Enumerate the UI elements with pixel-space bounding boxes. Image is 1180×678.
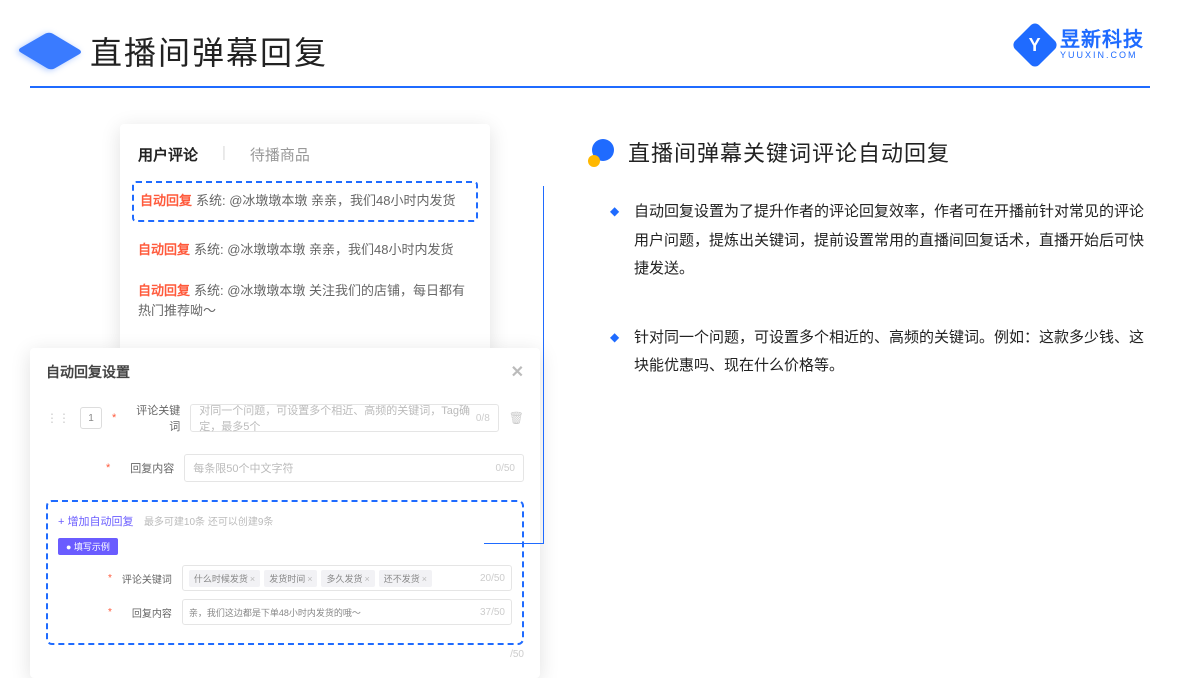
- section-title: 直播间弹幕关键词评论自动回复: [628, 136, 950, 168]
- bullet-item: 自动回复设置为了提升作者的评论回复效率，作者可在开播前针对常见的评论用户问题，提…: [610, 198, 1150, 284]
- example-highlight: + 增加自动回复 最多可建10条 还可以创建9条 ● 填写示例 * 评论关键词 …: [46, 500, 524, 645]
- comments-panel: 用户评论 | 待播商品 自动回复系统: @冰墩墩本墩 亲亲，我们48小时内发货 …: [120, 124, 490, 352]
- description-panel: 直播间弹幕关键词评论自动回复 自动回复设置为了提升作者的评论回复效率，作者可在开…: [590, 118, 1150, 638]
- delete-icon[interactable]: 🗑: [509, 411, 524, 425]
- add-auto-reply-link[interactable]: + 增加自动回复: [58, 516, 133, 528]
- brand-name-en: YUUXIN.COM: [1060, 51, 1144, 61]
- drag-handle-icon[interactable]: ⋮⋮: [46, 411, 70, 425]
- content-label: 回复内容: [120, 460, 174, 476]
- bullet-item: 针对同一个问题，可设置多个相近的、高频的关键词。例如：这款多少钱、这块能优惠吗、…: [610, 324, 1150, 381]
- add-hint: 最多可建10条 还可以创建9条: [144, 517, 273, 528]
- ex-keyword-label: 评论关键词: [122, 571, 172, 586]
- example-badge: ● 填写示例: [58, 538, 118, 555]
- tab-pending-products[interactable]: 待播商品: [250, 144, 310, 165]
- comment-row: 自动回复系统: @冰墩墩本墩 关注我们的店铺，每日都有热门推荐呦～: [138, 271, 472, 333]
- auto-reply-settings-modal: 自动回复设置 ✕ ⋮⋮ 1 * 评论关键词 对同一个问题，可设置多个相近、高频的…: [30, 348, 540, 678]
- rule-index: 1: [80, 407, 102, 429]
- page-header: 直播间弹幕回复: [0, 0, 1180, 86]
- tag-chip: 多久发货×: [321, 570, 374, 587]
- brand-logo: Y 昱新科技 YUUXIN.COM: [1018, 28, 1144, 62]
- tag-chip: 发货时间×: [264, 570, 317, 587]
- cube-icon: [30, 31, 70, 71]
- comment-row: 自动回复系统: @冰墩墩本墩 亲亲，我们48小时内发货: [138, 230, 472, 271]
- tag-chip: 什么时候发货×: [189, 570, 260, 587]
- auto-reply-tag: 自动回复: [140, 193, 192, 208]
- ex-content-value[interactable]: 亲，我们这边都是下单48小时内发货的哦～ 37/50: [182, 599, 512, 625]
- outer-count: /50: [46, 645, 524, 660]
- close-icon[interactable]: ✕: [511, 362, 524, 382]
- brand-name-cn: 昱新科技: [1060, 29, 1144, 51]
- tab-user-comments[interactable]: 用户评论: [138, 144, 198, 165]
- auto-reply-tag: 自动回复: [138, 283, 190, 298]
- content-input[interactable]: 每条限50个中文字符0/50: [184, 454, 524, 482]
- keyword-input[interactable]: 对同一个问题，可设置多个相近、高频的关键词，Tag确定，最多5个0/8: [190, 404, 498, 432]
- comment-row-highlighted: 自动回复系统: @冰墩墩本墩 亲亲，我们48小时内发货: [132, 181, 478, 222]
- modal-title: 自动回复设置: [46, 362, 130, 382]
- screenshot-collage: 用户评论 | 待播商品 自动回复系统: @冰墩墩本墩 亲亲，我们48小时内发货 …: [30, 118, 560, 638]
- auto-reply-tag: 自动回复: [138, 242, 190, 257]
- tag-chip: 还不发货×: [379, 570, 432, 587]
- ex-content-label: 回复内容: [122, 605, 172, 620]
- ex-keyword-tags[interactable]: 什么时候发货× 发货时间× 多久发货× 还不发货× 20/50: [182, 565, 512, 591]
- keyword-label: 评论关键词: [126, 402, 180, 434]
- bubble-icon: [590, 139, 616, 165]
- brand-mark-icon: Y: [1011, 21, 1059, 69]
- page-title: 直播间弹幕回复: [90, 28, 328, 74]
